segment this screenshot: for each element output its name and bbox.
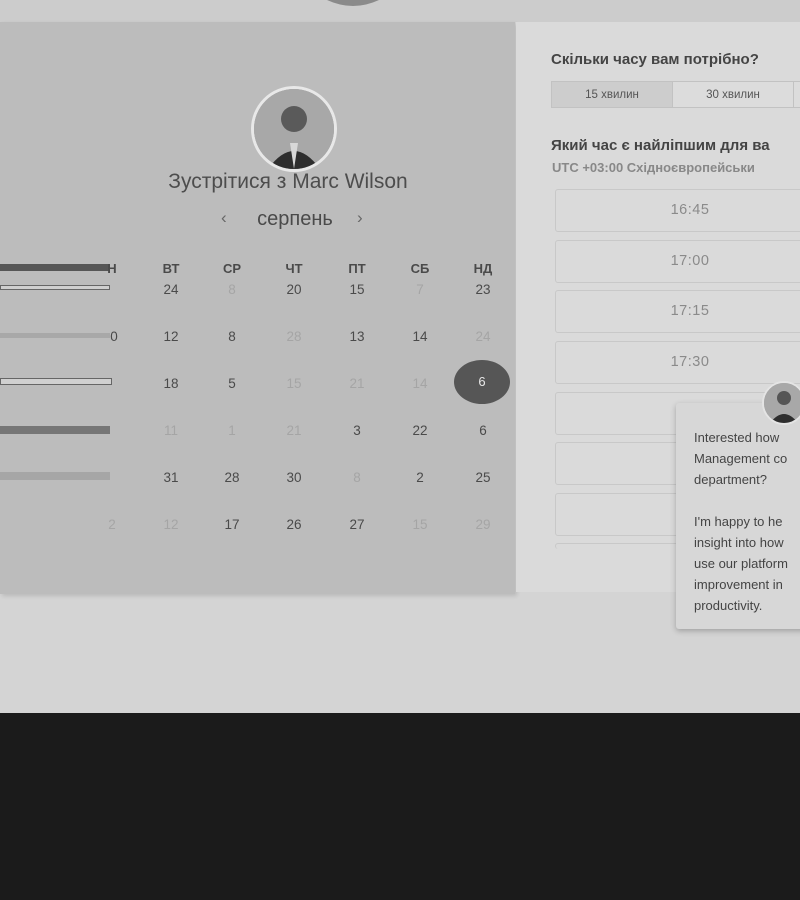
- calendar-day[interactable]: 22: [400, 423, 440, 438]
- calendar-day[interactable]: 23: [463, 282, 503, 297]
- calendar-day[interactable]: 8: [212, 329, 252, 344]
- calendar-day[interactable]: 15: [274, 376, 314, 391]
- calendar-day[interactable]: 17: [212, 517, 252, 532]
- month-navigation: ‹ серпень ›: [215, 208, 375, 234]
- chat-message-line: Interested how: [694, 430, 780, 445]
- calendar-day[interactable]: 13: [337, 329, 377, 344]
- chat-message-line: department?: [694, 472, 767, 487]
- calendar-day[interactable]: 14: [400, 376, 440, 391]
- logo-icon: [327, 0, 379, 6]
- duration-15-tab[interactable]: 15 хвилин: [551, 81, 673, 108]
- decorative-bar: [0, 378, 112, 385]
- person-photo-icon: [764, 383, 800, 423]
- calendar-day[interactable]: 27: [337, 517, 377, 532]
- chat-message-line: productivity.: [694, 598, 763, 613]
- calendar-day[interactable]: 26: [274, 517, 314, 532]
- next-month-button[interactable]: ›: [357, 208, 363, 228]
- chat-message-line: I'm happy to he: [694, 514, 783, 529]
- calendar-day[interactable]: 8: [212, 282, 252, 297]
- duration-30-tab[interactable]: 30 хвилин: [672, 81, 794, 108]
- day-header-mon: Н: [107, 261, 117, 276]
- person-photo-icon: [254, 89, 334, 169]
- calendar-day[interactable]: 1: [212, 423, 252, 438]
- calendar-day[interactable]: 24: [463, 329, 503, 344]
- calendar-day[interactable]: 2: [92, 517, 132, 532]
- calendar-day[interactable]: 24: [151, 282, 191, 297]
- time-question: Який час є найліпшим для ва: [551, 137, 770, 154]
- calendar-day[interactable]: 29: [463, 517, 503, 532]
- chat-message-line: insight into how: [694, 535, 784, 550]
- host-avatar: [251, 86, 337, 172]
- time-slot[interactable]: 16:45: [555, 189, 800, 232]
- decorative-bar: [0, 426, 110, 434]
- calendar-day[interactable]: 14: [400, 329, 440, 344]
- day-header-tue: ВТ: [162, 261, 180, 276]
- selected-day-label: 6: [478, 374, 486, 389]
- duration-question: Скільки часу вам потрібно?: [551, 51, 759, 68]
- day-header-sat: СБ: [410, 261, 430, 276]
- calendar-day[interactable]: 3: [337, 423, 377, 438]
- duration-more-tab[interactable]: [793, 81, 800, 108]
- calendar-day[interactable]: 8: [337, 470, 377, 485]
- footer-dark-area: [0, 713, 800, 900]
- calendar-day[interactable]: 2: [400, 470, 440, 485]
- day-header-wed: СР: [222, 261, 242, 276]
- chat-avatar[interactable]: [762, 381, 800, 425]
- decorative-bar: [0, 285, 110, 290]
- calendar-day[interactable]: 30: [274, 470, 314, 485]
- time-slot[interactable]: 17:15: [555, 290, 800, 333]
- chat-message-line: Management co: [694, 451, 788, 466]
- calendar-day[interactable]: 28: [212, 470, 252, 485]
- decorative-bar: [0, 472, 110, 480]
- chat-message-line: use our platform: [694, 556, 788, 571]
- day-header-fri: ПТ: [348, 261, 366, 276]
- calendar-day[interactable]: 18: [151, 376, 191, 391]
- meeting-title: Зустрітися з Marc Wilson: [168, 170, 408, 193]
- month-label: серпень: [257, 208, 333, 230]
- calendar-day[interactable]: 12: [151, 329, 191, 344]
- chat-message-line: improvement in: [694, 577, 783, 592]
- calendar-day[interactable]: 31: [151, 470, 191, 485]
- calendar-day[interactable]: 6: [463, 423, 503, 438]
- calendar-day[interactable]: 25: [463, 470, 503, 485]
- calendar-day[interactable]: 21: [274, 423, 314, 438]
- time-slot[interactable]: 17:30: [555, 341, 800, 384]
- calendar-day[interactable]: 12: [151, 517, 191, 532]
- top-bar: [0, 0, 800, 22]
- calendar-day[interactable]: 28: [274, 329, 314, 344]
- calendar-day[interactable]: 20: [274, 282, 314, 297]
- calendar-day[interactable]: 15: [337, 282, 377, 297]
- calendar-day[interactable]: 7: [400, 282, 440, 297]
- calendar-day[interactable]: 0: [94, 329, 134, 344]
- chat-popup[interactable]: Interested how Management co department?…: [676, 403, 800, 629]
- day-header-sun: НД: [473, 261, 493, 276]
- calendar-day[interactable]: 11: [151, 423, 191, 438]
- calendar-day[interactable]: 15: [400, 517, 440, 532]
- time-slot[interactable]: 17:00: [555, 240, 800, 283]
- calendar-day[interactable]: 21: [337, 376, 377, 391]
- calendar-day[interactable]: 5: [212, 376, 252, 391]
- timezone-label[interactable]: UTC +03:00 Східноєвропейськи: [552, 160, 755, 175]
- day-header-thu: ЧТ: [285, 261, 303, 276]
